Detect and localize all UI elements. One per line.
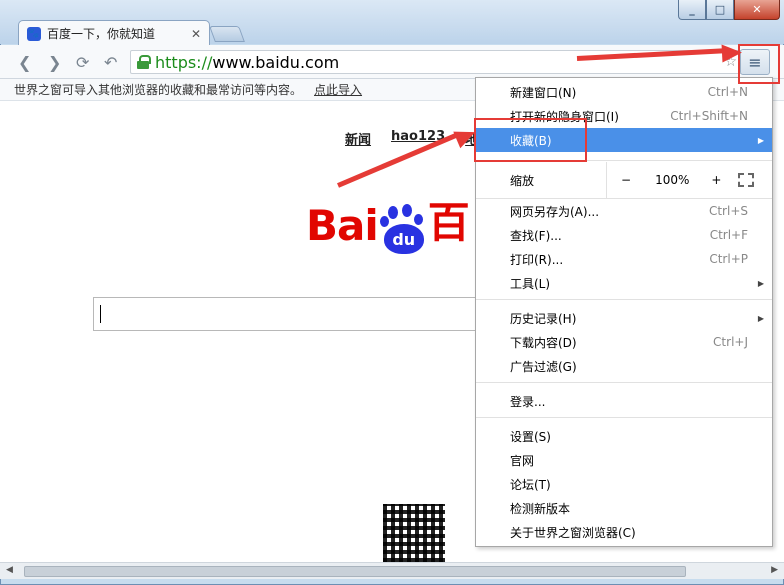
submenu-arrow-icon: ▶ — [757, 313, 764, 323]
close-window-button[interactable]: ✕ — [734, 0, 780, 20]
lock-icon — [137, 55, 151, 69]
qr-code — [383, 504, 445, 562]
forward-icon[interactable]: ❯ — [48, 53, 61, 72]
submenu-arrow-icon: ▶ — [757, 278, 764, 288]
menu-item-adblock[interactable]: 广告过滤(G) — [476, 354, 772, 378]
menu-item-print[interactable]: 打印(R)... Ctrl+P — [476, 247, 772, 271]
toolbar: ❮ ❯ ⟳ ↶ https://www.baidu.com ☆ ≡ — [0, 45, 784, 79]
submenu-arrow-icon: ▶ — [757, 135, 764, 145]
new-tab-button[interactable] — [209, 26, 245, 42]
menu-item-downloads[interactable]: 下载内容(D) Ctrl+J — [476, 330, 772, 354]
baidu-logo: Bai du 百 — [306, 189, 470, 254]
reload-icon[interactable]: ⟳ — [76, 53, 89, 72]
url-text: https://www.baidu.com — [155, 52, 340, 72]
menu-item-find[interactable]: 查找(F)... Ctrl+F — [476, 223, 772, 247]
baidu-paw-logo: du — [379, 204, 426, 254]
menu-item-about[interactable]: 关于世界之窗浏览器(C) — [476, 520, 772, 544]
annotation-box-menu — [738, 44, 780, 84]
search-input[interactable] — [93, 297, 483, 331]
menu-item-check-update[interactable]: 检测新版本 — [476, 496, 772, 520]
annotation-arrowhead-menu — [721, 43, 743, 63]
scroll-left-icon[interactable]: ◀ — [6, 565, 13, 575]
text-cursor — [100, 305, 101, 323]
import-text: 世界之窗可导入其他浏览器的收藏和最常访问等内容。 — [14, 83, 303, 97]
menu-item-history[interactable]: 历史记录(H) ▶ — [476, 306, 772, 330]
menu-item-login[interactable]: 登录... — [476, 389, 772, 413]
menu-item-tools[interactable]: 工具(L) ▶ — [476, 271, 772, 295]
scrollbar-thumb[interactable] — [24, 566, 686, 577]
horizontal-scrollbar[interactable]: ◀ ▶ — [0, 562, 784, 579]
fullscreen-icon[interactable] — [738, 173, 754, 187]
maximize-button[interactable]: □ — [706, 0, 734, 20]
zoom-row: 缩放 − 100% + — [476, 162, 772, 198]
import-link[interactable]: 点此导入 — [314, 81, 362, 98]
tab-close-icon[interactable]: ✕ — [191, 27, 201, 41]
tab-title: 百度一下，你就知道 — [47, 27, 156, 41]
menu-item-save-as[interactable]: 网页另存为(A)... Ctrl+S — [476, 199, 772, 223]
undo-close-icon[interactable]: ↶ — [104, 53, 117, 72]
scroll-right-icon[interactable]: ▶ — [771, 565, 778, 575]
baidu-paw-icon: 🐾 — [27, 26, 41, 41]
menu-item-forum[interactable]: 论坛(T) — [476, 472, 772, 496]
window-controls: _ □ ✕ — [678, 0, 780, 20]
link-news[interactable]: 新闻 — [345, 129, 371, 148]
zoom-out-button[interactable]: − — [621, 173, 631, 187]
minimize-button[interactable]: _ — [678, 0, 706, 20]
menu-item-settings[interactable]: 设置(S) — [476, 424, 772, 448]
menu-item-new-window[interactable]: 新建窗口(N) Ctrl+N — [476, 80, 772, 104]
annotation-box-bookmarks — [474, 118, 587, 162]
back-icon[interactable]: ❮ — [18, 53, 31, 72]
tab-baidu[interactable]: 🐾 百度一下，你就知道 ✕ — [18, 20, 210, 46]
zoom-in-button[interactable]: + — [711, 173, 721, 187]
menu-item-website[interactable]: 官网 — [476, 448, 772, 472]
zoom-value: 100% — [655, 173, 690, 187]
